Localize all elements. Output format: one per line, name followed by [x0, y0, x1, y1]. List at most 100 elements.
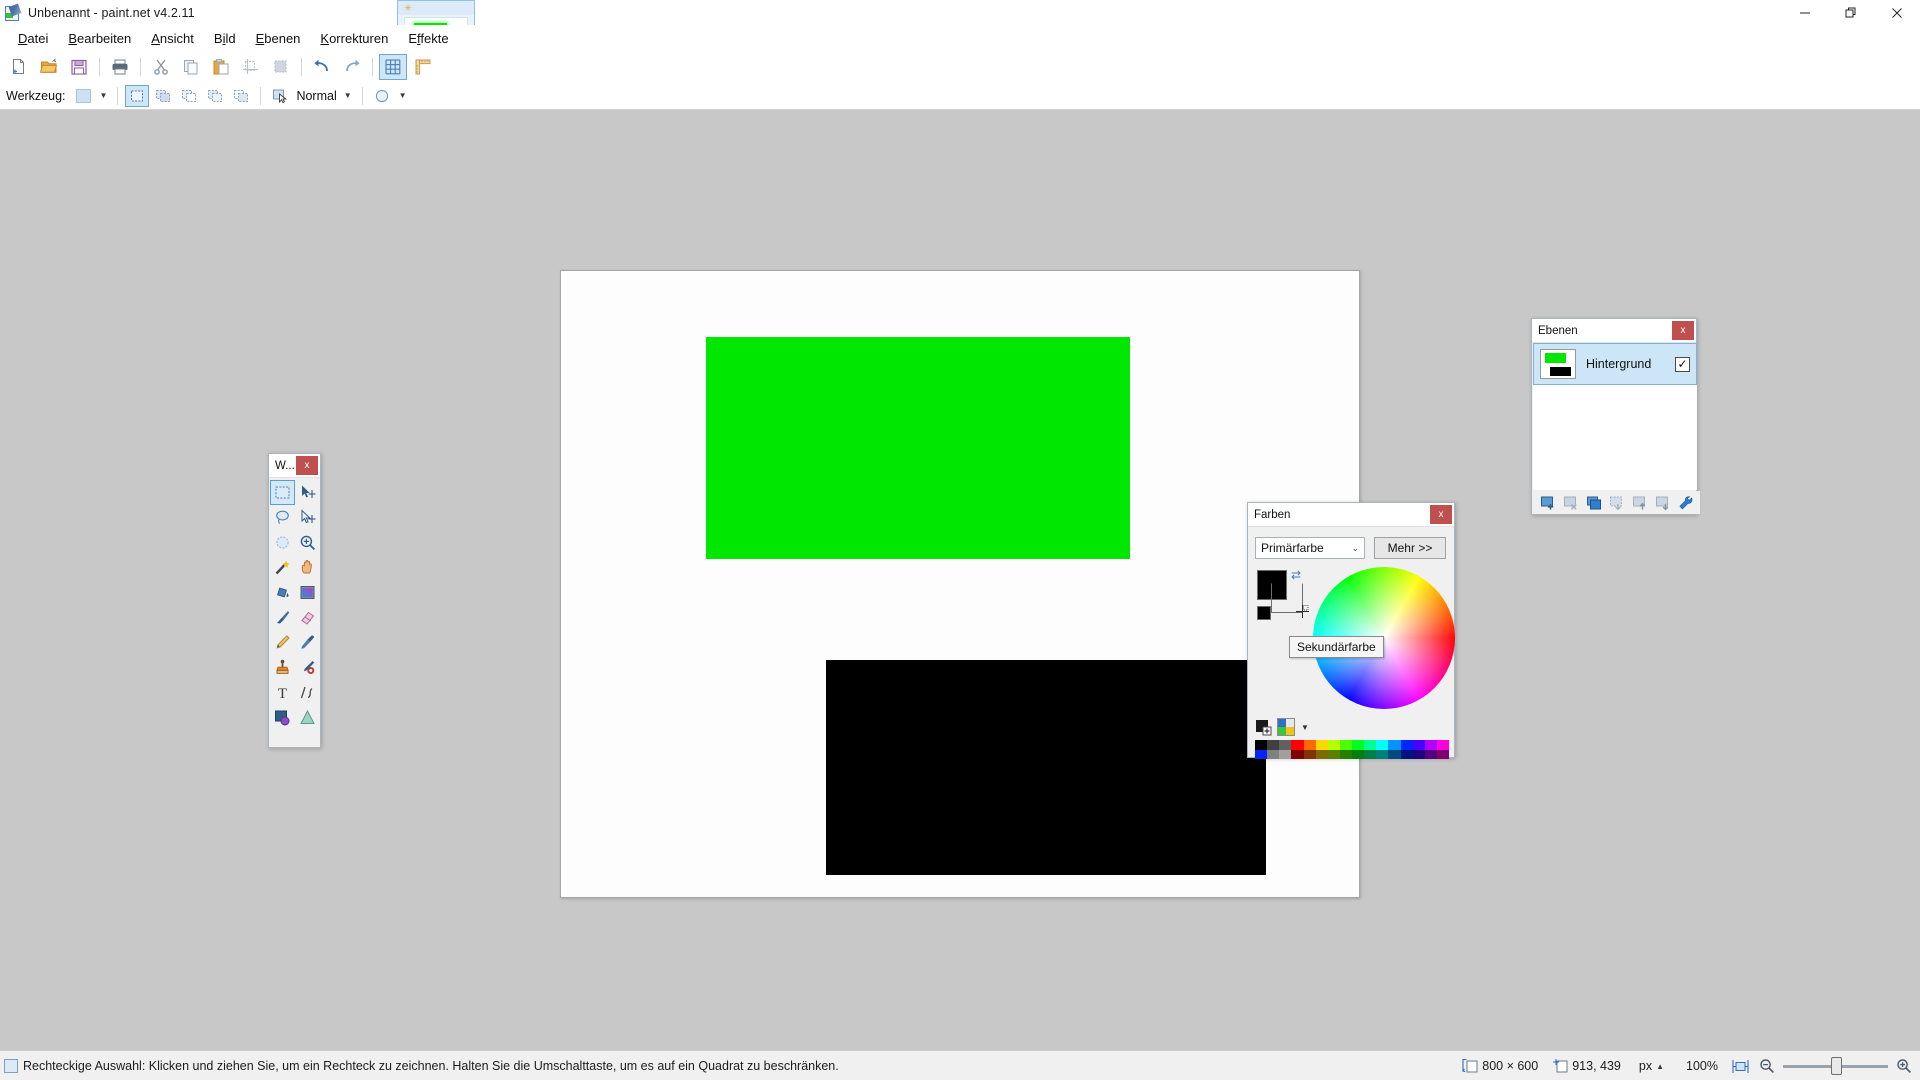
- chevron-up-icon[interactable]: ▲: [1656, 1062, 1664, 1071]
- deselect-icon[interactable]: [267, 54, 295, 80]
- swap-colors-icon[interactable]: ⇄: [1291, 568, 1301, 582]
- crop-to-selection-icon[interactable]: [237, 54, 265, 80]
- minimize-icon[interactable]: [1782, 0, 1828, 25]
- palette-swatch[interactable]: [1412, 740, 1425, 750]
- menu-effekte[interactable]: Effekte: [398, 27, 458, 50]
- undo-icon[interactable]: [308, 54, 336, 80]
- color-mode-select[interactable]: Primärfarbe ⌄: [1255, 537, 1365, 559]
- selection-intersect-icon[interactable]: [229, 85, 253, 107]
- eraser-tool[interactable]: [295, 605, 320, 630]
- chevron-down-icon[interactable]: ▼: [344, 91, 352, 100]
- paintbrush-tool[interactable]: [270, 605, 295, 630]
- pencil-tool[interactable]: [270, 630, 295, 655]
- selection-mode-icon[interactable]: [268, 85, 292, 107]
- palette-swatch[interactable]: [1412, 749, 1425, 759]
- lasso-select-tool[interactable]: [270, 505, 295, 530]
- palette-swatch[interactable]: [1291, 740, 1304, 750]
- palette-swatch[interactable]: [1339, 740, 1352, 750]
- gradient-tool[interactable]: [295, 580, 320, 605]
- zoom-slider-thumb[interactable]: [1831, 1056, 1842, 1075]
- menu-ebenen[interactable]: Ebenen: [246, 27, 311, 50]
- zoom-out-button[interactable]: [1759, 1058, 1775, 1074]
- palette-swatch[interactable]: [1339, 749, 1352, 759]
- palette-swatch[interactable]: [1291, 749, 1304, 759]
- shapes-tool[interactable]: [270, 705, 295, 730]
- zoom-slider[interactable]: [1783, 1056, 1888, 1075]
- current-tool-swatch[interactable]: [72, 85, 96, 107]
- selection-exclude-icon[interactable]: [177, 85, 201, 107]
- menu-bild[interactable]: Bild: [204, 27, 246, 50]
- more-button[interactable]: Mehr >>: [1374, 537, 1446, 559]
- palette-swatch[interactable]: [1352, 749, 1365, 759]
- menu-bearbeiten[interactable]: Bearbeiten: [58, 27, 141, 50]
- palette-icon[interactable]: [1277, 718, 1295, 736]
- tools-window-titlebar[interactable]: W... x: [269, 454, 320, 478]
- chevron-down-icon[interactable]: ▼: [100, 91, 108, 100]
- cut-icon[interactable]: [147, 54, 175, 80]
- add-color-icon[interactable]: [1256, 720, 1272, 736]
- close-icon[interactable]: x: [1430, 505, 1452, 524]
- paint-bucket-tool[interactable]: [270, 580, 295, 605]
- layers-window-titlebar[interactable]: Ebenen x: [1532, 319, 1696, 343]
- palette-swatch[interactable]: [1267, 740, 1280, 750]
- palette-swatch[interactable]: [1424, 740, 1437, 750]
- palette-swatch[interactable]: [1436, 749, 1449, 759]
- palette-swatch[interactable]: [1279, 749, 1292, 759]
- recolor-tool[interactable]: [295, 655, 320, 680]
- grid-icon[interactable]: [379, 54, 407, 80]
- merge-layer-down-icon[interactable]: [1605, 492, 1628, 513]
- palette-swatch[interactable]: [1388, 749, 1401, 759]
- palette-swatch[interactable]: [1327, 749, 1340, 759]
- magic-wand-tool[interactable]: [270, 555, 295, 580]
- restore-icon[interactable]: [1828, 0, 1874, 25]
- new-icon[interactable]: [5, 54, 33, 80]
- chevron-down-icon[interactable]: ▼: [399, 91, 407, 100]
- palette-swatch[interactable]: [1255, 740, 1268, 750]
- palette-swatch[interactable]: [1400, 740, 1413, 750]
- close-icon[interactable]: x: [1672, 321, 1694, 340]
- delete-layer-icon[interactable]: [1559, 492, 1582, 513]
- layer-properties-icon[interactable]: [1674, 492, 1697, 513]
- palette-swatch[interactable]: [1376, 740, 1389, 750]
- layer-visibility-checkbox[interactable]: ✓: [1675, 356, 1690, 372]
- palette-swatch[interactable]: [1436, 740, 1449, 750]
- antialiasing-icon[interactable]: [370, 85, 394, 107]
- chevron-down-icon[interactable]: ▼: [1301, 723, 1309, 732]
- rectangle-select-tool[interactable]: [270, 480, 295, 505]
- selection-xor-icon[interactable]: [203, 85, 227, 107]
- menu-ansicht[interactable]: Ansicht: [141, 27, 204, 50]
- secondary-color-swatch[interactable]: [1257, 606, 1271, 620]
- palette-swatch[interactable]: [1388, 740, 1401, 750]
- move-selected-tool[interactable]: [295, 480, 320, 505]
- save-icon[interactable]: [65, 54, 93, 80]
- image-canvas[interactable]: [560, 270, 1360, 898]
- line-curve-tool[interactable]: [295, 680, 320, 705]
- palette-swatch[interactable]: [1279, 740, 1292, 750]
- color-picker-tool[interactable]: [295, 630, 320, 655]
- clone-stamp-tool[interactable]: [270, 655, 295, 680]
- palette-swatch[interactable]: [1376, 749, 1389, 759]
- move-selection-tool[interactable]: [295, 505, 320, 530]
- palette-swatch[interactable]: [1364, 740, 1377, 750]
- unit-group[interactable]: px ▲: [1635, 1059, 1668, 1073]
- palette-swatch[interactable]: [1364, 749, 1377, 759]
- palette-swatch[interactable]: [1267, 749, 1280, 759]
- palette-swatch[interactable]: [1424, 749, 1437, 759]
- add-layer-icon[interactable]: [1536, 492, 1559, 513]
- selection-union-icon[interactable]: [151, 85, 175, 107]
- shapes-extra-tool[interactable]: [295, 705, 320, 730]
- palette-swatch[interactable]: [1352, 740, 1365, 750]
- palette-swatch[interactable]: [1303, 740, 1316, 750]
- ellipse-select-tool[interactable]: [270, 530, 295, 555]
- palette-swatch[interactable]: [1255, 749, 1268, 759]
- close-icon[interactable]: x: [296, 456, 318, 475]
- zoom-tool[interactable]: [295, 530, 320, 555]
- redo-icon[interactable]: [338, 54, 366, 80]
- color-palette[interactable]: [1255, 740, 1449, 759]
- move-layer-up-icon[interactable]: [1628, 492, 1651, 513]
- print-icon[interactable]: [106, 54, 134, 80]
- duplicate-layer-icon[interactable]: [1582, 492, 1605, 513]
- rulers-icon[interactable]: [409, 54, 437, 80]
- colors-window-titlebar[interactable]: Farben x: [1248, 503, 1454, 527]
- open-icon[interactable]: [35, 54, 63, 80]
